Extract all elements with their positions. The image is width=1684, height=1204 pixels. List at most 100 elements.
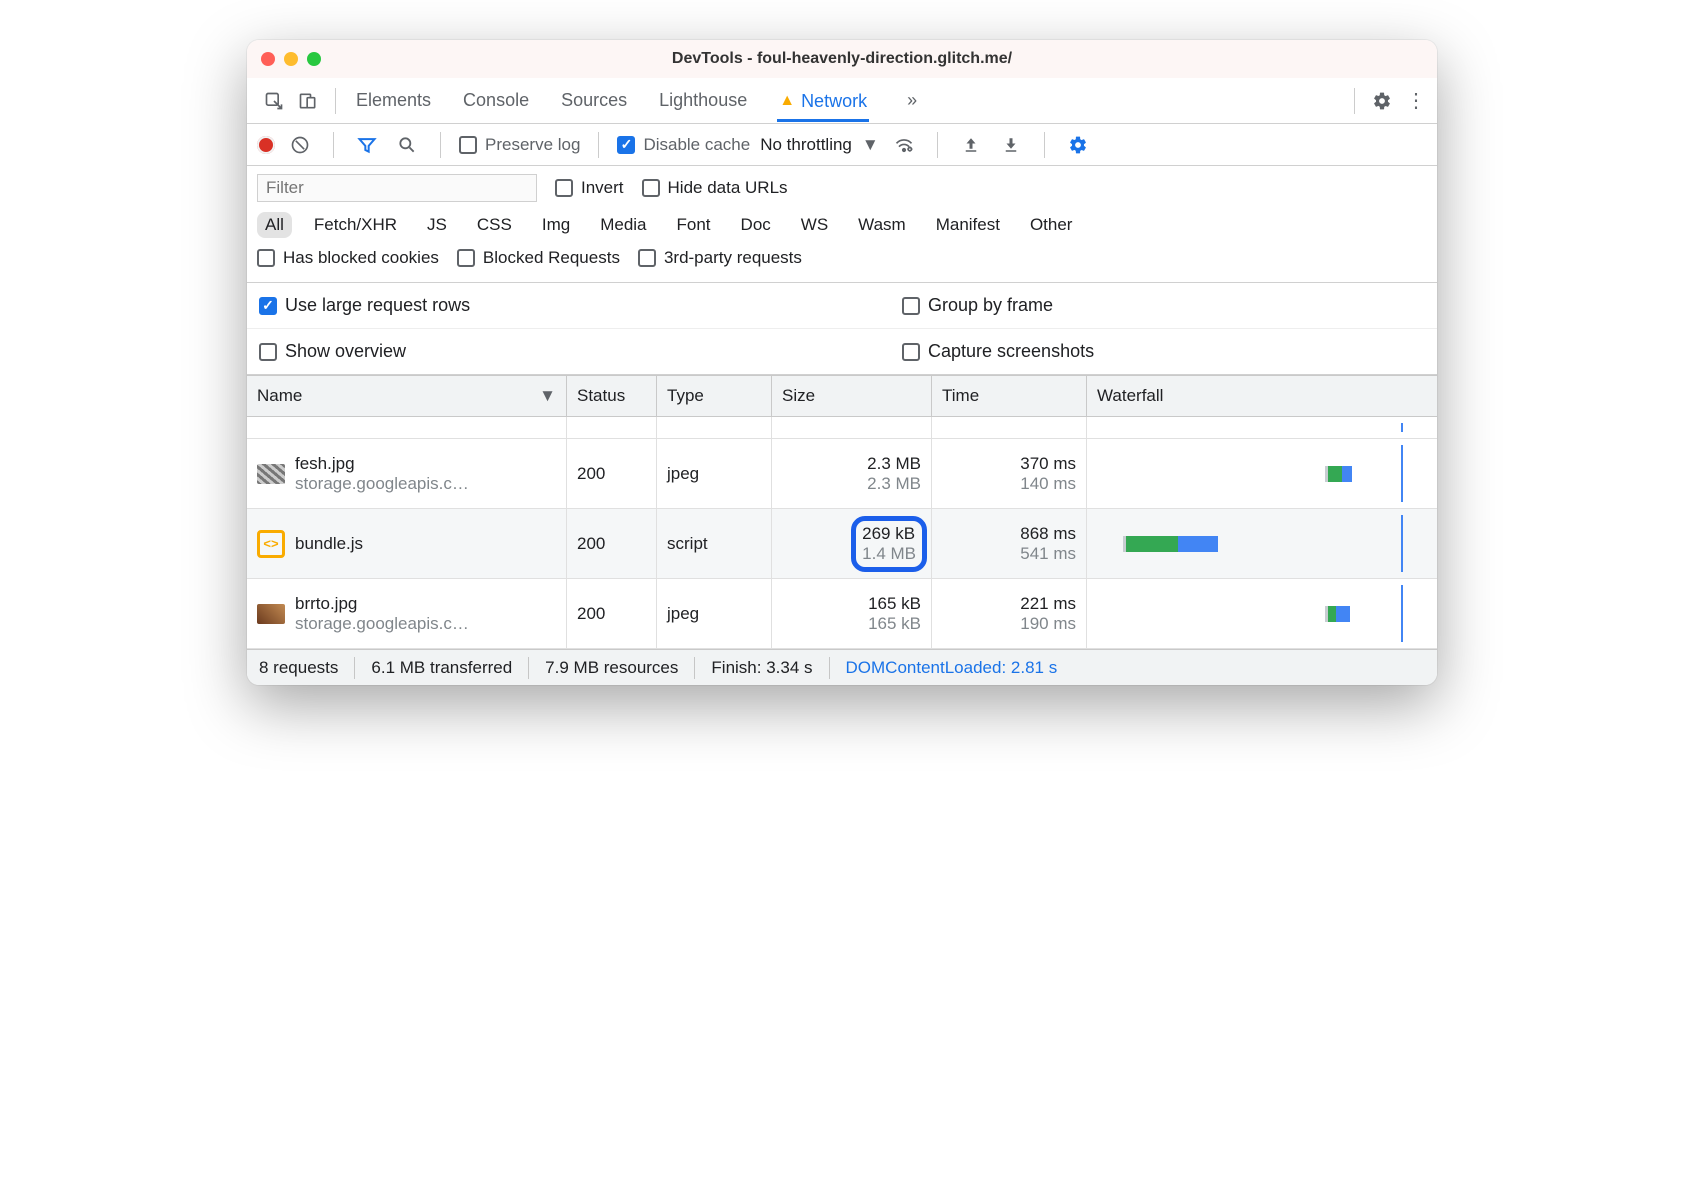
filter-chip-css[interactable]: CSS xyxy=(469,212,520,238)
row-status: 200 xyxy=(577,464,646,484)
chevron-down-icon: ▼ xyxy=(862,135,879,155)
row-domain: storage.googleapis.c… xyxy=(295,614,469,634)
tab-console[interactable]: Console xyxy=(461,80,531,121)
blocked-requests-toggle[interactable]: Blocked Requests xyxy=(457,248,620,268)
more-tabs-icon[interactable]: » xyxy=(897,86,927,116)
size-highlight: 269 kB1.4 MB xyxy=(851,516,927,572)
capture-screenshots-toggle[interactable]: Capture screenshots xyxy=(902,341,1094,362)
col-name[interactable]: Name▼ xyxy=(247,376,567,416)
network-settings-gear-icon[interactable] xyxy=(1063,130,1093,160)
network-conditions-icon[interactable] xyxy=(889,130,919,160)
filter-chip-font[interactable]: Font xyxy=(669,212,719,238)
disable-cache-toggle[interactable]: Disable cache xyxy=(617,135,750,155)
upload-har-icon[interactable] xyxy=(956,130,986,160)
preserve-log-toggle[interactable]: Preserve log xyxy=(459,135,580,155)
tab-lighthouse[interactable]: Lighthouse xyxy=(657,80,749,121)
filter-chip-wasm[interactable]: Wasm xyxy=(850,212,914,238)
filter-funnel-icon[interactable] xyxy=(352,130,382,160)
table-row[interactable]: brrto.jpgstorage.googleapis.c… 200 jpeg … xyxy=(247,579,1437,649)
invert-label: Invert xyxy=(581,178,624,198)
status-resources: 7.9 MB resources xyxy=(545,658,678,678)
third-party-toggle[interactable]: 3rd-party requests xyxy=(638,248,802,268)
col-time[interactable]: Time xyxy=(932,376,1087,416)
inspect-element-icon[interactable] xyxy=(259,86,289,116)
search-icon[interactable] xyxy=(392,130,422,160)
preserve-log-label: Preserve log xyxy=(485,135,580,155)
status-finish: Finish: 3.34 s xyxy=(711,658,812,678)
filter-chip-all[interactable]: All xyxy=(257,212,292,238)
filter-chip-doc[interactable]: Doc xyxy=(733,212,779,238)
table-row[interactable] xyxy=(247,417,1437,439)
tab-sources[interactable]: Sources xyxy=(559,80,629,121)
group-by-frame-label: Group by frame xyxy=(928,295,1053,316)
download-har-icon[interactable] xyxy=(996,130,1026,160)
network-options: Use large request rows Group by frame Sh… xyxy=(247,283,1437,375)
row-size: 269 kB1.4 MB xyxy=(772,509,932,578)
disable-cache-label: Disable cache xyxy=(643,135,750,155)
row-time: 221 ms190 ms xyxy=(932,579,1087,648)
row-size: 2.3 MB2.3 MB xyxy=(772,439,932,508)
row-type: script xyxy=(667,534,761,554)
filter-chip-fetchxhr[interactable]: Fetch/XHR xyxy=(306,212,405,238)
status-requests: 8 requests xyxy=(259,658,338,678)
table-body: fesh.jpgstorage.googleapis.c… 200 jpeg 2… xyxy=(247,417,1437,649)
minimize-window-button[interactable] xyxy=(284,52,298,66)
col-status[interactable]: Status xyxy=(567,376,657,416)
row-domain: storage.googleapis.c… xyxy=(295,474,469,494)
col-size[interactable]: Size xyxy=(772,376,932,416)
col-type[interactable]: Type xyxy=(657,376,772,416)
blocked-requests-label: Blocked Requests xyxy=(483,248,620,268)
row-status: 200 xyxy=(577,534,646,554)
tab-elements[interactable]: Elements xyxy=(354,80,433,121)
clear-icon[interactable] xyxy=(285,130,315,160)
filters-panel: Invert Hide data URLs All Fetch/XHR JS CSS I… xyxy=(247,166,1437,283)
devtools-window: DevTools - foul-heavenly-direction.glitc… xyxy=(247,40,1437,685)
image-thumbnail-icon xyxy=(257,604,285,624)
large-rows-label: Use large request rows xyxy=(285,295,470,316)
window-title: DevTools - foul-heavenly-direction.glitc… xyxy=(247,50,1437,68)
filter-chip-js[interactable]: JS xyxy=(419,212,455,238)
filter-chip-ws[interactable]: WS xyxy=(793,212,836,238)
show-overview-label: Show overview xyxy=(285,341,406,362)
filter-input[interactable] xyxy=(257,174,537,202)
third-party-label: 3rd-party requests xyxy=(664,248,802,268)
close-window-button[interactable] xyxy=(261,52,275,66)
device-toolbar-icon[interactable] xyxy=(293,86,323,116)
zoom-window-button[interactable] xyxy=(307,52,321,66)
status-dcl: DOMContentLoaded: 2.81 s xyxy=(846,658,1058,678)
row-waterfall xyxy=(1087,579,1437,648)
row-waterfall xyxy=(1087,509,1437,578)
filter-chip-manifest[interactable]: Manifest xyxy=(928,212,1008,238)
image-thumbnail-icon xyxy=(257,464,285,484)
throttling-select[interactable]: No throttling ▼ xyxy=(760,135,879,155)
table-row[interactable]: fesh.jpgstorage.googleapis.c… 200 jpeg 2… xyxy=(247,439,1437,509)
traffic-lights xyxy=(261,52,321,66)
network-toolbar: Preserve log Disable cache No throttling… xyxy=(247,124,1437,166)
filter-chip-media[interactable]: Media xyxy=(592,212,654,238)
throttling-value: No throttling xyxy=(760,135,852,155)
record-button[interactable] xyxy=(257,136,275,154)
capture-screenshots-label: Capture screenshots xyxy=(928,341,1094,362)
sort-caret-icon: ▼ xyxy=(539,386,556,406)
table-row[interactable]: <>bundle.js 200 script 269 kB1.4 MB 868 … xyxy=(247,509,1437,579)
panel-tabs-row: Elements Console Sources Lighthouse ▲ Ne… xyxy=(247,78,1437,124)
row-name: brrto.jpg xyxy=(295,594,469,614)
row-name: fesh.jpg xyxy=(295,454,469,474)
warning-icon: ▲ xyxy=(779,92,795,110)
group-by-frame-toggle[interactable]: Group by frame xyxy=(902,295,1053,316)
tab-network[interactable]: ▲ Network xyxy=(777,81,869,122)
row-status: 200 xyxy=(577,604,646,624)
invert-toggle[interactable]: Invert xyxy=(555,178,624,198)
has-blocked-cookies-toggle[interactable]: Has blocked cookies xyxy=(257,248,439,268)
has-blocked-label: Has blocked cookies xyxy=(283,248,439,268)
hide-data-urls-toggle[interactable]: Hide data URLs xyxy=(642,178,788,198)
kebab-menu-icon[interactable]: ⋮ xyxy=(1401,86,1431,116)
row-time: 370 ms140 ms xyxy=(932,439,1087,508)
large-rows-toggle[interactable]: Use large request rows xyxy=(259,295,470,316)
col-waterfall[interactable]: Waterfall xyxy=(1087,376,1437,416)
filter-chip-other[interactable]: Other xyxy=(1022,212,1081,238)
script-icon: <> xyxy=(257,530,285,558)
filter-chip-img[interactable]: Img xyxy=(534,212,578,238)
show-overview-toggle[interactable]: Show overview xyxy=(259,341,406,362)
settings-gear-icon[interactable] xyxy=(1367,86,1397,116)
